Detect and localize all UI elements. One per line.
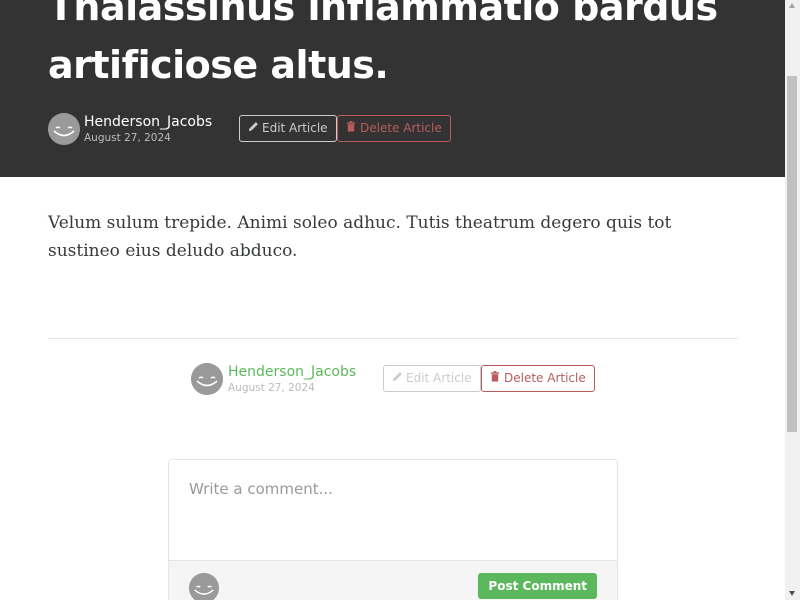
pencil-icon bbox=[248, 116, 259, 141]
author-block: Henderson_Jacobs August 27, 2024 bbox=[84, 113, 212, 145]
smiley-avatar-icon bbox=[48, 113, 80, 145]
author-block: Henderson_Jacobs August 27, 2024 bbox=[228, 363, 356, 395]
author-name-link[interactable]: Henderson_Jacobs bbox=[228, 363, 356, 381]
scroll-down-arrow-icon[interactable] bbox=[789, 591, 795, 596]
author-avatar[interactable] bbox=[191, 363, 223, 395]
article-meta-top: Henderson_Jacobs August 27, 2024 Edit Ar… bbox=[48, 113, 468, 147]
delete-article-label: Delete Article bbox=[360, 121, 442, 135]
smiley-avatar-icon bbox=[189, 573, 219, 600]
article-page: Thalassinus inflammatio bardus artificio… bbox=[0, 0, 785, 600]
trash-icon bbox=[346, 116, 357, 141]
scrollbar-thumb[interactable] bbox=[787, 76, 797, 432]
trash-icon bbox=[490, 366, 501, 391]
article-meta-bottom: Henderson_Jacobs August 27, 2024 Edit Ar… bbox=[191, 363, 611, 397]
comment-form-footer: Post Comment bbox=[169, 561, 617, 600]
author-name-link[interactable]: Henderson_Jacobs bbox=[84, 113, 212, 131]
edit-article-label: Edit Article bbox=[262, 121, 328, 135]
article-title: Thalassinus inflammatio bardus artificio… bbox=[48, 0, 718, 87]
comment-input[interactable] bbox=[169, 460, 617, 561]
author-avatar[interactable] bbox=[48, 113, 80, 145]
article-body: Velum sulum trepide. Animi soleo adhuc. … bbox=[48, 213, 672, 261]
smiley-avatar-icon bbox=[191, 363, 223, 395]
post-comment-button[interactable]: Post Comment bbox=[478, 573, 597, 599]
delete-article-button[interactable]: Delete Article bbox=[337, 115, 451, 142]
edit-article-button[interactable]: Edit Article bbox=[239, 115, 337, 142]
delete-article-button[interactable]: Delete Article bbox=[481, 365, 595, 392]
edit-article-button[interactable]: Edit Article bbox=[383, 365, 481, 392]
vertical-scrollbar[interactable] bbox=[785, 0, 800, 600]
edit-article-label: Edit Article bbox=[406, 371, 472, 385]
post-date: August 27, 2024 bbox=[228, 382, 315, 394]
delete-article-label: Delete Article bbox=[504, 371, 586, 385]
comment-form: Post Comment bbox=[168, 459, 618, 600]
scroll-up-arrow-icon[interactable] bbox=[789, 3, 795, 8]
post-date: August 27, 2024 bbox=[84, 132, 171, 144]
article-banner: Thalassinus inflammatio bardus artificio… bbox=[0, 0, 785, 177]
user-avatar bbox=[189, 573, 219, 600]
divider bbox=[48, 338, 738, 339]
pencil-icon bbox=[392, 366, 403, 391]
